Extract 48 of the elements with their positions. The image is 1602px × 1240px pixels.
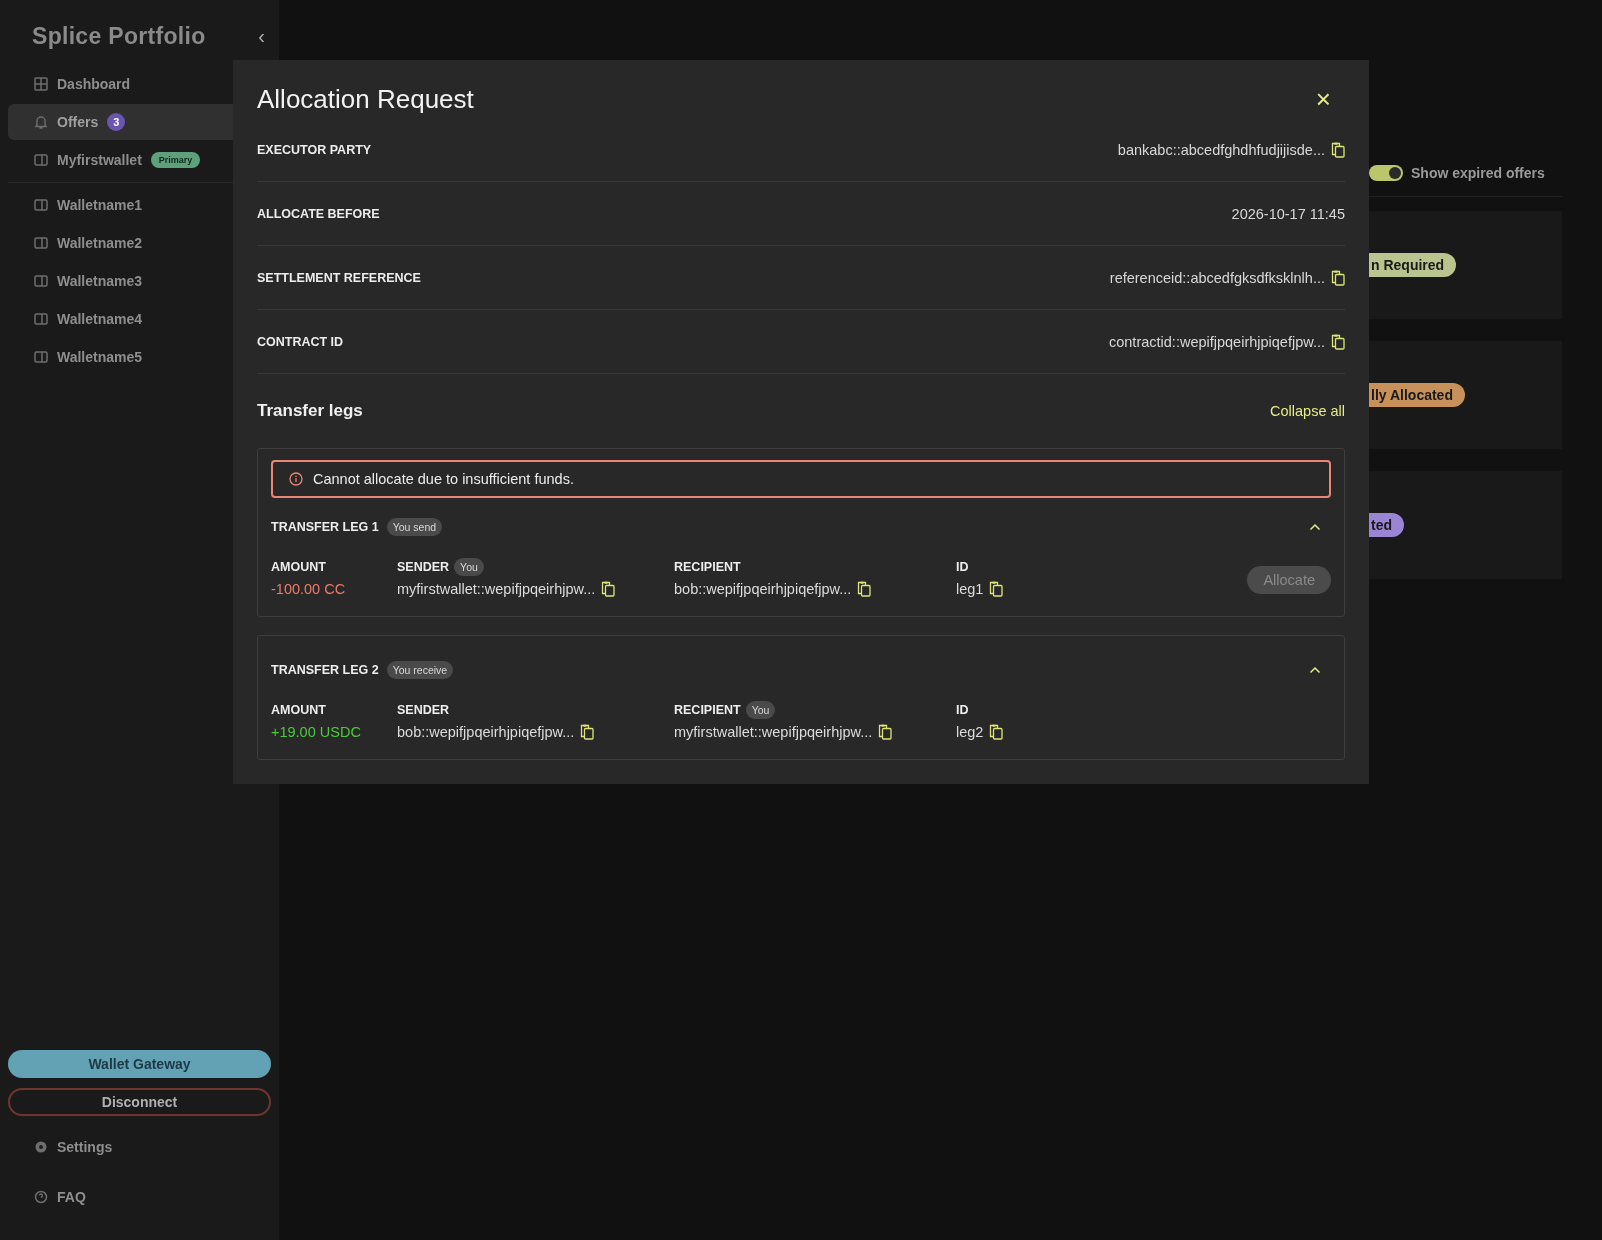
field-label: ID [956,560,969,574]
you-tag: You [454,558,484,576]
field-label: CONTRACT ID [257,334,344,349]
item-label: Walletname2 [57,235,143,251]
field-label: AMOUNT [271,560,326,574]
field-value: leg2 [956,724,984,740]
count-badge: 3 [107,113,126,131]
field-value: bob::wepifjpqeirhjpiqefjpw... [397,724,575,740]
field-value: contractid::wepifjpqeirhjpiqefjpw... [1109,333,1325,350]
amount-value: +19.00 USDC [271,724,361,740]
item-label: FAQ [57,1189,86,1205]
field-label: RECIPIENT [674,560,741,574]
direction-tag: You receive [386,661,454,679]
status-badge: ted [1369,513,1404,537]
item-label: Offers [57,114,99,130]
item-label: Settings [57,1139,113,1155]
item-label: Dashboard [57,76,131,92]
field-label: ALLOCATE BEFORE [257,206,380,221]
field-label: SENDER [397,560,450,574]
field-label: ID [956,703,969,717]
field-value: myfirstwallet::wepifjpqeirhjpw... [397,581,596,597]
item-label: Myfirstwallet [57,152,142,168]
field-label: SETTLEMENT REFERENCE [257,270,421,285]
alert-message: Cannot allocate due to insufficient funds. [313,471,574,487]
field-value: leg1 [956,581,984,597]
field-label: EXECUTOR PARTY [257,142,372,157]
field-label: SENDER [397,703,450,717]
status-badge: n Required [1369,253,1457,277]
field-value: referenceid::abcedfgksdfksklnlh... [1109,269,1325,286]
leg-title: TRANSFER LEG 2 [271,663,379,677]
field-value: bob::wepifjpqeirhjpiqefjpw... [674,581,852,597]
item-label: Walletname5 [57,349,143,365]
item-label: Walletname1 [57,197,143,213]
field-label: AMOUNT [271,703,326,717]
leg-title: TRANSFER LEG 1 [271,520,379,534]
direction-tag: You send [386,518,443,536]
field-value: myfirstwallet::wepifjpqeirhjpw... [674,724,873,740]
amount-value: -100.00 CC [271,581,346,597]
you-tag: You [745,701,776,719]
field-value: bankabc::abcedfghdhfudjijisde... [1117,141,1325,158]
status-badge: lly Allocated [1369,383,1465,407]
field-label: RECIPIENT [674,703,741,717]
app-logo-text: Splice Portfolio [32,22,206,50]
item-label: Walletname3 [57,273,143,289]
primary-tag: Primary [150,152,201,168]
item-label: Walletname4 [57,311,143,327]
toggle-label: Show expired offers [1411,165,1545,181]
section-title: Transfer legs [257,401,363,421]
